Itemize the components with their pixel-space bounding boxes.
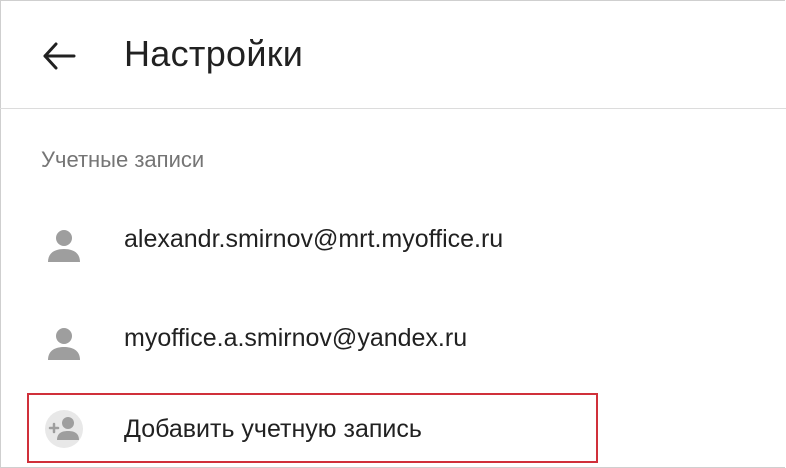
- page-title: Настройки: [124, 33, 304, 74]
- add-account-label: Добавить учетную запись: [124, 415, 422, 443]
- add-person-icon: [45, 410, 83, 448]
- section-label-accounts: Учетные записи: [41, 147, 205, 172]
- person-icon: [48, 328, 80, 360]
- back-button[interactable]: [40, 36, 80, 76]
- arrow-left-icon: [43, 42, 76, 70]
- account-item-1[interactable]: alexandr.smirnov@mrt.myoffice.ru: [0, 206, 786, 278]
- add-account-button[interactable]: Добавить учетную запись: [27, 393, 598, 463]
- person-icon: [48, 230, 80, 262]
- account-item-2[interactable]: myoffice.a.smirnov@yandex.ru: [0, 307, 786, 379]
- account-email: myoffice.a.smirnov@yandex.ru: [124, 324, 468, 352]
- app-bar: Настройки: [0, 0, 786, 109]
- account-email: alexandr.smirnov@mrt.myoffice.ru: [124, 225, 504, 253]
